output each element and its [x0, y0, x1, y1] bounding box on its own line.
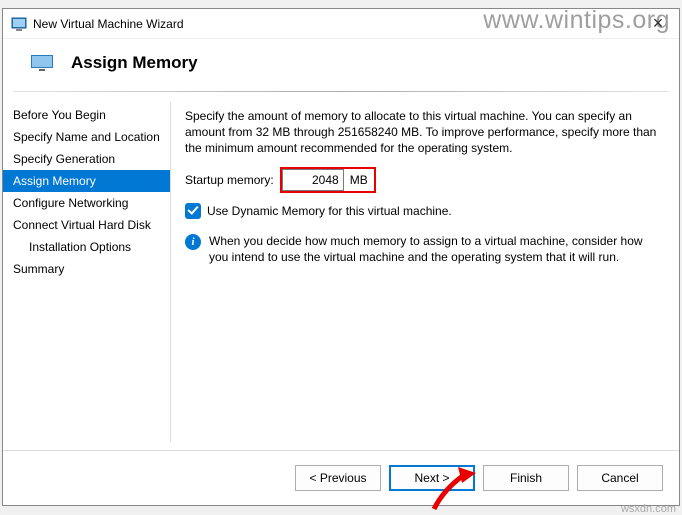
step-summary[interactable]: Summary	[3, 258, 170, 280]
window-title: New Virtual Machine Wizard	[33, 17, 184, 31]
step-before-you-begin[interactable]: Before You Begin	[3, 104, 170, 126]
monitor-icon	[31, 55, 53, 71]
dynamic-memory-label: Use Dynamic Memory for this virtual mach…	[207, 204, 452, 218]
startup-memory-label: Startup memory:	[185, 173, 274, 187]
previous-button[interactable]: < Previous	[295, 465, 381, 491]
content-area: Before You Begin Specify Name and Locati…	[3, 92, 679, 450]
step-assign-memory[interactable]: Assign Memory	[3, 170, 170, 192]
info-row: i When you decide how much memory to ass…	[185, 233, 661, 265]
page-title: Assign Memory	[71, 53, 198, 73]
watermark-bottom: wsxdn.com	[621, 503, 676, 515]
watermark-top: www.wintips.org	[483, 6, 670, 35]
startup-memory-unit: MB	[344, 173, 374, 187]
startup-memory-input[interactable]	[282, 169, 344, 191]
dynamic-memory-row[interactable]: Use Dynamic Memory for this virtual mach…	[185, 203, 661, 219]
startup-memory-row: Startup memory: MB	[185, 167, 661, 193]
startup-memory-highlight: MB	[280, 167, 376, 193]
memory-description: Specify the amount of memory to allocate…	[185, 108, 661, 157]
checkbox-checked-icon	[185, 203, 201, 219]
wizard-header: Assign Memory	[3, 39, 679, 91]
next-button[interactable]: Next >	[389, 465, 475, 491]
step-configure-networking[interactable]: Configure Networking	[3, 192, 170, 214]
info-icon: i	[185, 234, 201, 250]
step-installation-options[interactable]: Installation Options	[3, 236, 170, 258]
footer: < Previous Next > Finish Cancel	[3, 450, 679, 505]
main-panel: Specify the amount of memory to allocate…	[171, 102, 679, 442]
step-specify-generation[interactable]: Specify Generation	[3, 148, 170, 170]
wizard-dialog: New Virtual Machine Wizard × Assign Memo…	[2, 8, 680, 506]
finish-button[interactable]: Finish	[483, 465, 569, 491]
step-connect-virtual-hard-disk[interactable]: Connect Virtual Hard Disk	[3, 214, 170, 236]
app-icon	[11, 16, 27, 32]
step-specify-name-location[interactable]: Specify Name and Location	[3, 126, 170, 148]
wizard-steps-sidebar: Before You Begin Specify Name and Locati…	[3, 102, 171, 442]
cancel-button[interactable]: Cancel	[577, 465, 663, 491]
info-text: When you decide how much memory to assig…	[209, 233, 661, 265]
